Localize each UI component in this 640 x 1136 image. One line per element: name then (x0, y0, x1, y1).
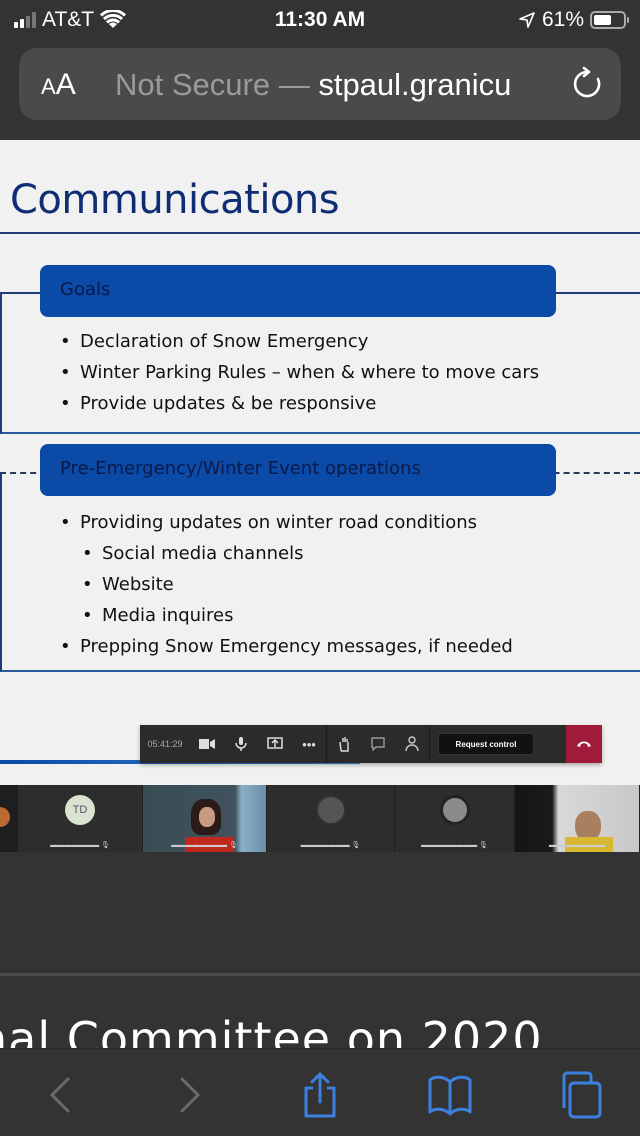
participant-tile[interactable]: ▬▬▬▬▬▬▬▬ 🎙 (395, 785, 515, 852)
participant-name: ▬▬▬▬▬▬▬▬ 🎙 (171, 842, 238, 849)
location-arrow-icon (519, 12, 535, 28)
participant-tile[interactable]: TD ▬▬▬▬▬▬▬ 🎙 (18, 785, 143, 852)
share-icon (304, 1072, 336, 1118)
status-bar: AT&T 11:30 AM 61% (0, 0, 640, 40)
call-timer: 05:41:29 (147, 739, 183, 749)
browser-toolbar (0, 1048, 640, 1136)
battery-icon (590, 11, 629, 29)
content-divider (0, 973, 640, 976)
security-warning: Not Secure — (115, 67, 310, 102)
participant-video-face (199, 807, 215, 827)
url-field[interactable]: Not Secure — stpaul.granicu (115, 67, 555, 103)
participant-name: ▬▬▬▬▬▬▬▬ 🎙 (421, 842, 488, 849)
chat-icon[interactable] (361, 725, 395, 763)
more-icon[interactable]: ••• (292, 725, 326, 763)
request-control-button[interactable]: Request control (438, 733, 534, 755)
meeting-control-bar: 05:41:29 ••• Request control (140, 725, 602, 763)
participant-name: ▬▬▬▬▬▬▬▬ (549, 842, 605, 849)
battery-percent: 61% (541, 8, 584, 31)
avatar: TD (65, 795, 95, 825)
back-button[interactable] (36, 1071, 84, 1119)
url-host: stpaul.granicu (318, 67, 512, 102)
bullet-item: Provide updates & be responsive (60, 388, 539, 419)
divider (429, 725, 430, 763)
battery-level (594, 15, 612, 25)
share-button[interactable] (296, 1071, 344, 1119)
camera-icon[interactable] (190, 725, 224, 763)
avatar (0, 807, 10, 827)
address-bar[interactable]: AA Not Secure — stpaul.granicu (19, 48, 621, 120)
chevron-left-icon (49, 1077, 70, 1113)
tabs-button[interactable] (556, 1071, 604, 1119)
shared-slide: Communications Goals Declaration of Snow… (0, 140, 640, 785)
participant-video-tile[interactable]: ▬▬▬▬▬▬▬▬ (515, 785, 640, 852)
participant-name: ▬▬▬▬▬▬▬ 🎙 (300, 842, 361, 849)
participant-name: ▬▬▬▬▬▬▬ 🎙 (50, 842, 110, 849)
bullet-item: Providing updates on winter road conditi… (60, 507, 513, 538)
participant-tile[interactable] (0, 785, 18, 852)
status-right: 61% (518, 8, 629, 32)
hang-up-button[interactable] (566, 725, 602, 763)
participant-tile[interactable]: ▬▬▬▬▬▬▬ 🎙 (267, 785, 395, 852)
participant-strip: TD ▬▬▬▬▬▬▬ 🎙 ▬▬▬▬▬▬▬▬ 🎙 ▬▬▬▬▬▬▬ 🎙 ▬▬▬▬▬▬… (0, 785, 640, 852)
book-icon (428, 1075, 472, 1116)
chevron-right-icon (180, 1077, 201, 1113)
bullet-item: Prepping Snow Emergency messages, if nee… (60, 631, 513, 662)
operations-header: Pre-Emergency/Winter Event operations (40, 444, 556, 496)
sub-bullet-item: Website (60, 569, 513, 600)
title-divider (0, 232, 640, 234)
bullet-item: Declaration of Snow Emergency (60, 326, 539, 357)
goals-bullet-list: Declaration of Snow Emergency Winter Par… (60, 326, 539, 419)
operations-bullet-list: Providing updates on winter road conditi… (60, 507, 513, 662)
avatar (439, 795, 470, 825)
share-screen-icon[interactable] (258, 725, 292, 763)
reload-icon[interactable] (569, 66, 605, 102)
avatar (315, 795, 346, 825)
tabs-icon (562, 1071, 602, 1119)
sub-bullet-item: Media inquires (60, 600, 513, 631)
bookmarks-button[interactable] (426, 1071, 474, 1119)
sub-bullet-item: Social media channels (60, 538, 513, 569)
hang-up-icon (577, 741, 591, 747)
goals-header: Goals (40, 265, 556, 317)
reader-options-button[interactable]: AA (41, 68, 76, 102)
mic-icon[interactable] (224, 725, 258, 763)
participants-icon[interactable] (395, 725, 429, 763)
slide-title: Communications (10, 177, 340, 223)
participant-video-tile[interactable]: ▬▬▬▬▬▬▬▬ 🎙 (143, 785, 267, 852)
forward-button[interactable] (166, 1071, 214, 1119)
bullet-item: Winter Parking Rules – when & where to m… (60, 357, 539, 388)
raise-hand-icon[interactable] (327, 725, 361, 763)
